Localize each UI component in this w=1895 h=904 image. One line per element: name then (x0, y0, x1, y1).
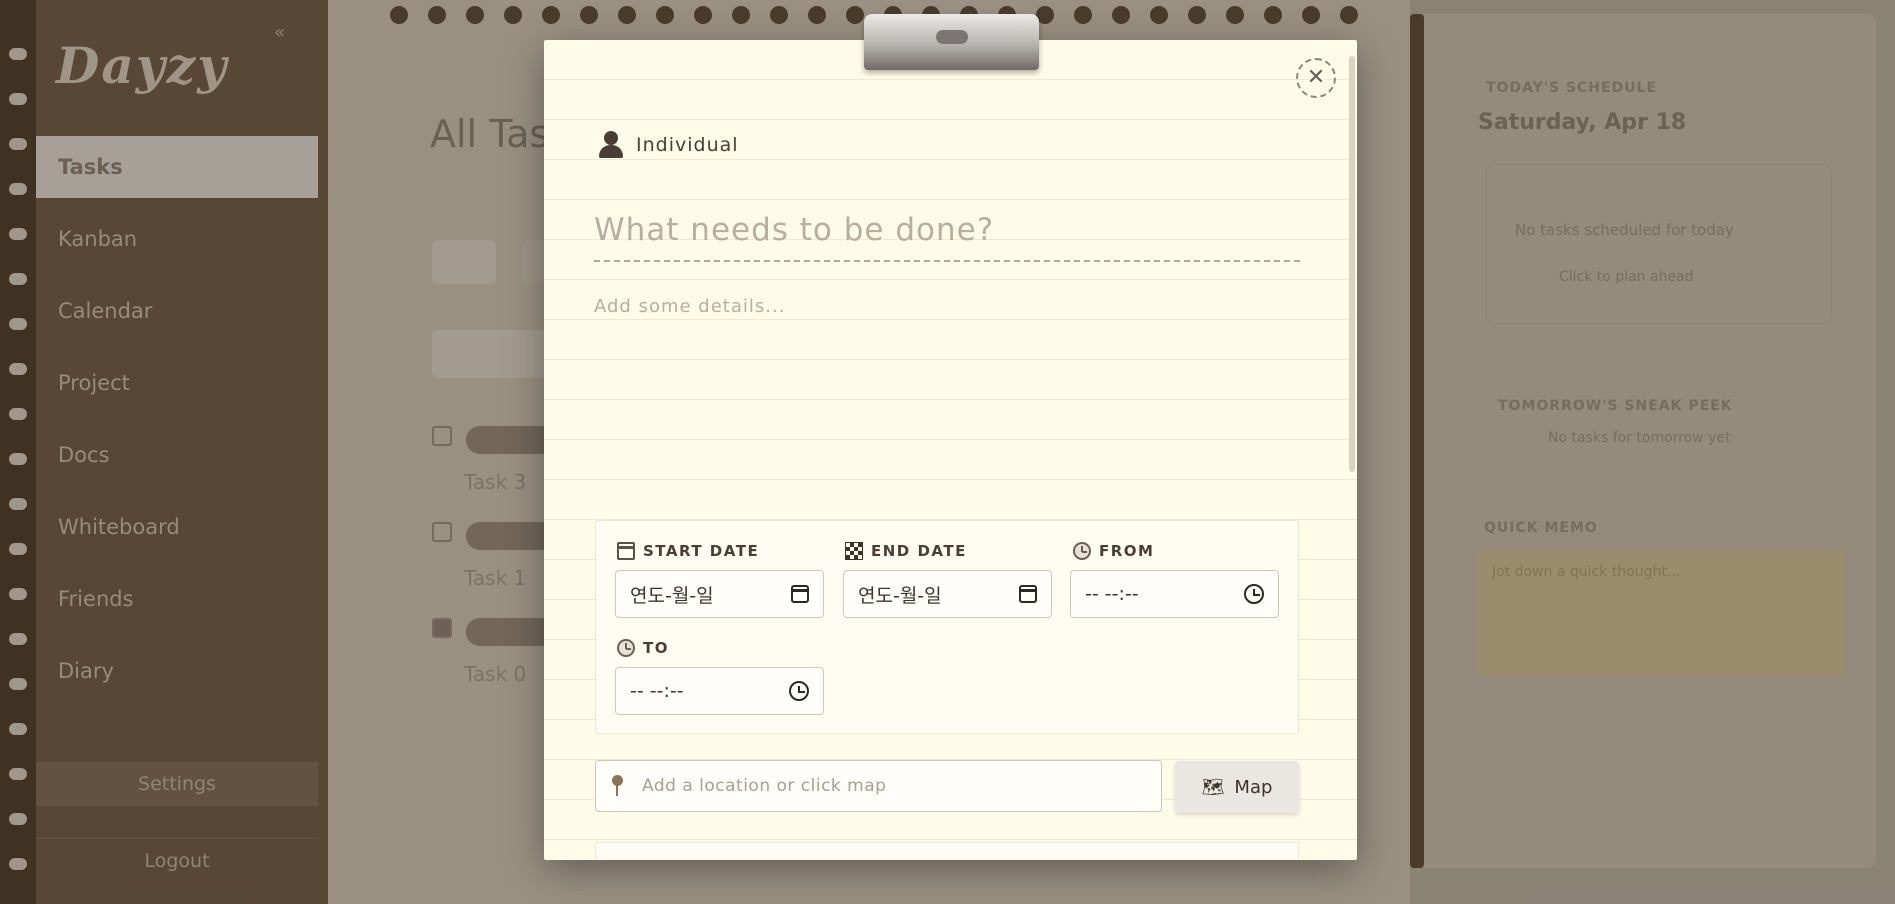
pin-icon (610, 775, 624, 797)
clip-slot (936, 30, 968, 44)
clock-icon (1073, 542, 1091, 560)
to-time-value: -- --:-- (630, 680, 684, 702)
calendar-picker-icon[interactable] (791, 585, 809, 603)
map-icon: 🗺 (1201, 776, 1225, 798)
end-date-value: 연도-월-일 (858, 584, 942, 607)
clipboard-clip (864, 14, 1039, 70)
task-details-input[interactable] (594, 296, 1300, 496)
start-date-input[interactable]: 연도-월-일 (615, 570, 824, 618)
map-button-label: Map (1234, 776, 1273, 798)
checkered-flag-icon (845, 542, 863, 560)
from-time-label: FROM (1073, 542, 1154, 560)
task-type-selector[interactable]: Individual (598, 130, 739, 160)
to-time-input[interactable]: -- --:-- (615, 667, 824, 715)
location-field[interactable] (595, 760, 1162, 812)
start-date-label: START DATE (617, 542, 759, 560)
location-input[interactable] (642, 776, 1122, 796)
end-date-input[interactable]: 연도-월-일 (843, 570, 1052, 618)
task-title-input[interactable] (594, 200, 1300, 262)
to-time-label: TO (617, 639, 669, 657)
from-time-input[interactable]: -- --:-- (1070, 570, 1279, 618)
end-date-label-text: END DATE (871, 542, 967, 560)
calendar-picker-icon[interactable] (1019, 585, 1037, 603)
from-label-text: FROM (1099, 542, 1155, 560)
calendar-icon (617, 542, 635, 560)
clock-icon (617, 639, 635, 657)
person-icon (598, 131, 624, 159)
task-type-label: Individual (636, 134, 739, 156)
from-time-value: -- --:-- (1085, 583, 1139, 605)
start-date-label-text: START DATE (643, 542, 760, 560)
modal-scrollbar[interactable] (1349, 56, 1355, 472)
to-label-text: TO (643, 639, 669, 657)
time-picker-icon[interactable] (789, 681, 809, 701)
map-button[interactable]: 🗺 Map (1175, 761, 1299, 813)
next-section-panel (595, 842, 1299, 860)
time-picker-icon[interactable] (1244, 584, 1264, 604)
close-icon[interactable]: ✕ (1296, 58, 1336, 98)
start-date-value: 연도-월-일 (630, 584, 714, 607)
end-date-label: END DATE (845, 542, 967, 560)
